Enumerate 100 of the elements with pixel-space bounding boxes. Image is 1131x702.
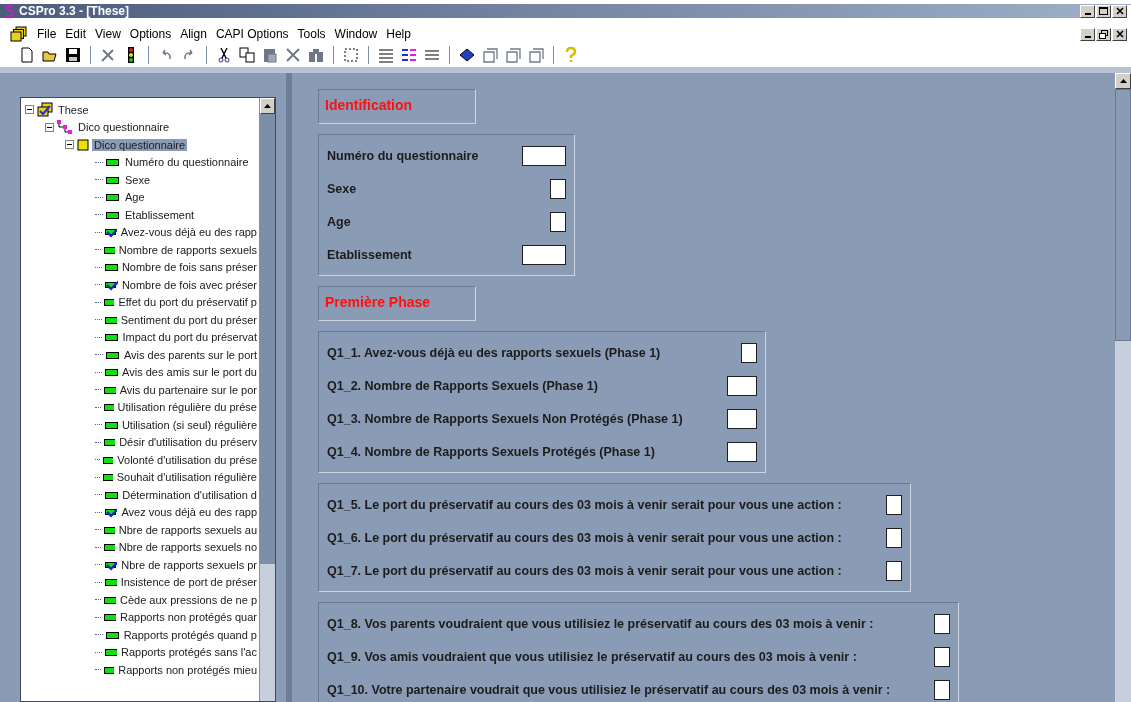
window-title: CSPro 3.3 - [These] [19, 4, 130, 18]
collapse-icon[interactable] [65, 140, 74, 150]
close-button[interactable] [1112, 4, 1127, 18]
input-field[interactable] [885, 494, 902, 515]
field-icon [104, 629, 120, 640]
input-field[interactable] [726, 375, 757, 396]
field-icon [102, 524, 115, 535]
tree-item[interactable]: Rapports non protégés quar [118, 611, 259, 624]
field-icon [103, 612, 116, 623]
tree-item[interactable]: Impact du port du préservat [120, 331, 259, 344]
binoculars-icon[interactable] [307, 46, 325, 64]
section-heading: Première Phase [318, 286, 476, 321]
tree-item[interactable]: Dico questionnaire [76, 121, 172, 134]
tree-item[interactable]: Nbre de rapports sexuels pr [119, 558, 259, 571]
input-field[interactable] [934, 679, 951, 700]
scrollbar[interactable] [259, 98, 275, 701]
tree-item[interactable]: Nombre de rapports sexuels [116, 243, 259, 256]
field-icon [105, 174, 121, 185]
field-label: Q1_6. Le port du préservatif au cours des 03 mois à venir serait pour vous une action : [327, 530, 842, 545]
field-label: Q1_9. Vos amis voudraient que vous utilisiez le préservatif au cours des 03 mois à venir : [327, 649, 857, 664]
menu-item[interactable]: Edit [65, 27, 87, 41]
menu-item[interactable]: Options [129, 27, 172, 41]
tree-item[interactable]: Avis du partenaire sur le por [117, 383, 259, 396]
tree-item[interactable]: Numéro du questionnaire [123, 156, 251, 169]
field-icon [104, 349, 120, 360]
list-icon[interactable] [377, 46, 395, 64]
tree-item[interactable]: Insistence de port de préser [118, 576, 259, 589]
tree-item[interactable]: Utilisation régulière du prése [115, 401, 259, 414]
menu-item[interactable]: Align [180, 27, 207, 41]
tree-item[interactable]: Age [123, 191, 147, 204]
menu-item[interactable]: Tools [297, 27, 326, 41]
tree-item[interactable]: Dico questionnaire [92, 138, 188, 151]
field-icon [103, 384, 116, 395]
input-field[interactable] [726, 441, 757, 462]
menu-item[interactable]: View [95, 27, 121, 41]
restore-button[interactable] [1096, 27, 1111, 41]
colored-list-icon[interactable] [400, 46, 418, 64]
tree-item[interactable]: These [56, 103, 91, 116]
field-icon [102, 454, 114, 465]
minimize-button[interactable] [1080, 4, 1095, 18]
tree-item[interactable]: Volonté d'utilisation du prése [115, 453, 259, 466]
minimize-button[interactable] [1080, 27, 1095, 41]
tree-item[interactable]: Utilisation (si seul) régulière [119, 418, 259, 431]
tree-item[interactable]: Etablissement [123, 208, 197, 221]
menu-item[interactable]: Window [334, 27, 378, 41]
field-label: Q1_10. Votre partenaire voudrait que vous utilisiez le préservatif au cours des 03 mois à venir : [327, 682, 891, 697]
field-label: Q1_1. Avez-vous déjà eu des rapports sexuels (Phase 1) [327, 345, 661, 360]
tree-item[interactable]: Avis des parents sur le port [121, 348, 259, 361]
maximize-button[interactable] [1096, 4, 1111, 18]
input-field[interactable] [885, 527, 902, 548]
tree-item[interactable]: Détermination d'utilisation d [120, 488, 259, 501]
close-button[interactable] [1112, 27, 1127, 41]
document-stack-icon [10, 26, 28, 42]
tree-item[interactable]: Cède aux pressions de ne p [118, 593, 259, 606]
field-icon [102, 542, 115, 553]
input-field[interactable] [726, 408, 757, 429]
scroll-up-icon[interactable] [264, 104, 271, 108]
tree-item[interactable]: Souhait d'utilisation régulière [114, 471, 259, 484]
tree-item[interactable]: Nombre de fois avec préser [119, 278, 259, 291]
menu-item[interactable]: File [37, 27, 57, 41]
collapse-icon[interactable] [45, 122, 54, 132]
field-icon [102, 297, 115, 308]
input-field[interactable] [885, 560, 902, 581]
tree-item[interactable]: Sentiment du port du préser [118, 313, 259, 326]
save-icon[interactable] [64, 46, 82, 64]
tree-item[interactable]: Désir d'utilisation du préserv [117, 436, 259, 449]
tree-item[interactable]: Sexe [123, 173, 153, 186]
paste-icon[interactable] [261, 46, 279, 64]
tree-item[interactable]: Avez-vous déjà eu des rapp [118, 226, 259, 239]
tree-item[interactable]: Avis des amis sur le port du [120, 366, 259, 379]
menu-item[interactable]: Help [386, 27, 411, 41]
input-field[interactable] [934, 646, 951, 667]
input-field[interactable] [522, 244, 567, 265]
tree-item[interactable]: Nbre de rapports sexuels au [116, 523, 259, 536]
tree-item[interactable]: Effet du port du préservatif p [116, 296, 259, 309]
field-icon [104, 367, 119, 378]
tree-item[interactable]: Rapports protégés sans l'ac [119, 646, 259, 659]
input-field[interactable] [522, 145, 567, 166]
input-field[interactable] [740, 342, 757, 363]
field-label: Q1_5. Le port du préservatif au cours des 03 mois à venir serait pour vous une action : [327, 497, 842, 512]
new-file-icon[interactable] [18, 46, 36, 64]
field-icon [105, 209, 121, 220]
selection-icon[interactable] [342, 46, 360, 64]
tree-item[interactable]: Avez vous déjà eu des rapp [119, 506, 259, 519]
delete-icon[interactable] [284, 46, 302, 64]
menu-item[interactable]: CAPI Options [215, 27, 289, 41]
collapse-icon[interactable] [25, 105, 34, 115]
tree-item[interactable]: Rapports non protégés mieu [116, 663, 259, 676]
input-field[interactable] [934, 613, 951, 634]
scroll-up-icon[interactable] [1119, 79, 1127, 83]
tree-item[interactable]: Nbre de rapports sexuels no [116, 541, 259, 554]
field-label: Q1_2. Nombre de Rapports Sexuels (Phase 1) [327, 378, 598, 393]
field-icon [102, 244, 115, 255]
input-field[interactable] [550, 178, 567, 199]
scrollbar[interactable] [1115, 73, 1131, 702]
input-field[interactable] [550, 211, 567, 232]
tree-item[interactable]: Rapports protégés quand p [121, 628, 259, 641]
copy-icon[interactable] [238, 46, 256, 64]
scissors-icon[interactable] [215, 46, 233, 64]
tree-item[interactable]: Nombre de fois sans préser [119, 261, 259, 274]
